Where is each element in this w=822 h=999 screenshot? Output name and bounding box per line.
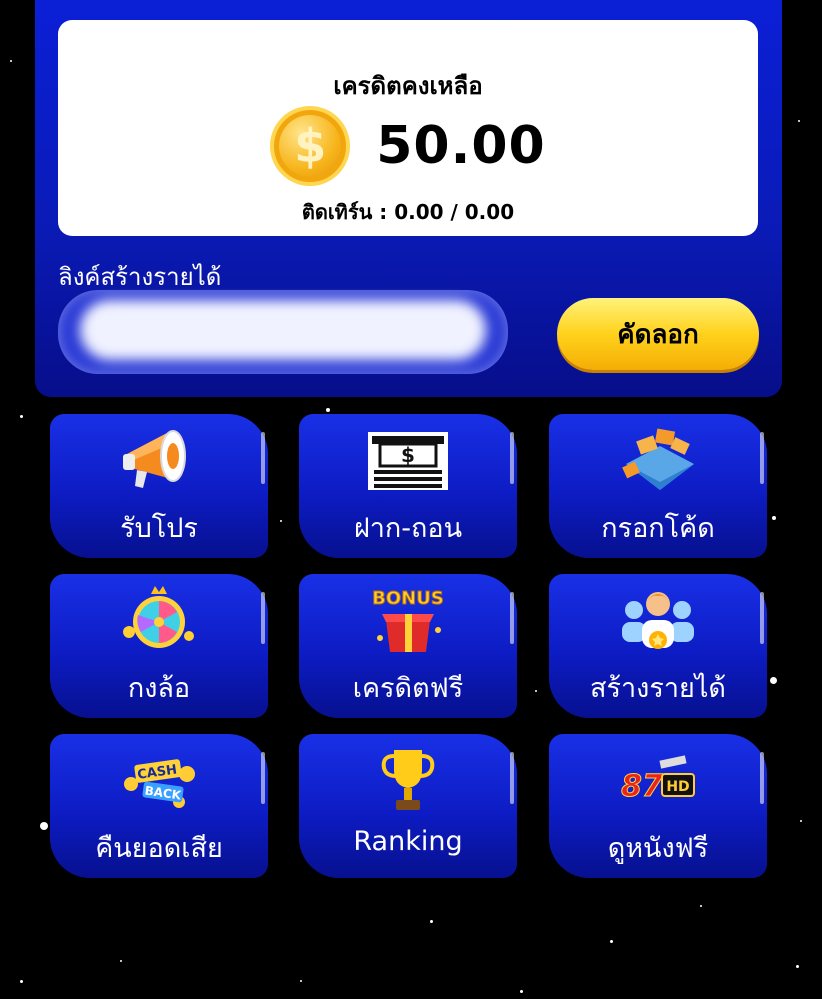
bonus-gift-icon: BONUS: [366, 584, 450, 656]
menu-item-ranking[interactable]: Ranking: [299, 734, 517, 878]
bonus-text: BONUS: [372, 588, 444, 609]
menu-item-promotion[interactable]: รับโปร: [50, 414, 268, 558]
menu-item-wheel[interactable]: กงล้อ: [50, 574, 268, 718]
menu-item-label: ดูหนังฟรี: [607, 833, 709, 864]
gold-coin-icon: $: [270, 106, 351, 186]
menu-item-label: สร้างรายได้: [590, 673, 726, 704]
menu-item-label: กงล้อ: [127, 673, 191, 704]
menu-item-label: ฝาก-ถอน: [353, 513, 463, 544]
menu-item-deposit-withdraw[interactable]: $ ฝาก-ถอน: [299, 414, 517, 558]
megaphone-icon: [117, 424, 201, 496]
menu-item-cashback[interactable]: CASH BACK คืนยอดเสีย: [50, 734, 268, 878]
credit-title: เครดิตคงเหลือ: [333, 72, 483, 100]
referral-link-field[interactable]: [58, 290, 508, 374]
hd-text: HD: [666, 779, 689, 795]
menu-item-label: รับโปร: [120, 513, 198, 544]
prize-wheel-icon: [117, 584, 201, 656]
turnover-text: ติดเทิร์น : 0.00 / 0.00: [301, 200, 515, 224]
menu-item-free-movies[interactable]: 87 HD ดูหนังฟรี: [549, 734, 767, 878]
movie-hd-icon: 87 HD: [616, 744, 700, 816]
menu-item-earn-income[interactable]: สร้างรายได้: [549, 574, 767, 718]
trophy-icon: [366, 744, 450, 816]
movie-number-text: 87: [621, 769, 663, 804]
atm-cash-icon: $: [366, 424, 450, 496]
credit-amount: 50.00: [376, 116, 546, 176]
team-people-icon: [616, 584, 700, 656]
cashback-icon: CASH BACK: [117, 744, 201, 816]
atm-dollar-glyph: $: [401, 443, 415, 467]
copy-link-button[interactable]: คัดลอก: [557, 298, 759, 370]
balance-row: $ 50.00: [58, 104, 758, 188]
menu-item-free-credit[interactable]: BONUS เครดิตฟรี: [299, 574, 517, 718]
coupon-envelope-icon: [616, 424, 700, 496]
menu-item-label: เครดิตฟรี: [352, 673, 464, 704]
menu-item-label: Ranking: [353, 826, 463, 857]
account-panel: เครดิตคงเหลือ $ 50.00 ติดเทิร์น : 0.00 /…: [35, 0, 782, 397]
menu-item-enter-code[interactable]: กรอกโค้ด: [549, 414, 767, 558]
menu-item-label: กรอกโค้ด: [601, 513, 715, 544]
coin-dollar-glyph: $: [294, 119, 327, 173]
credit-balance-card: เครดิตคงเหลือ $ 50.00 ติดเทิร์น : 0.00 /…: [58, 20, 758, 236]
menu-item-label: คืนยอดเสีย: [95, 833, 223, 864]
